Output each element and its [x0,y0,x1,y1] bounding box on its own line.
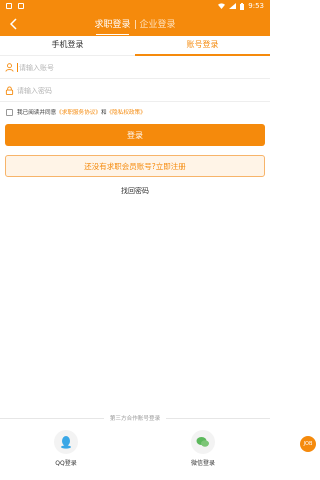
tab-job-seeker-login[interactable]: 求职登录 [94,17,131,35]
agreement-row: 我已阅读并同意 《求职服务协议》 和 《隐私权政策》 [6,108,146,116]
text-caret [17,63,18,72]
agreement-prefix: 我已阅读并同意 [17,110,57,116]
signal-icon [229,3,237,9]
divider [166,417,271,419]
account-field [0,57,270,79]
tab-phone-login[interactable]: 手机登录 [0,36,135,55]
divider [0,417,104,419]
notification-icon [18,3,24,9]
third-party-login: QQ登录 微信登录 [0,430,270,470]
qq-icon [61,436,71,449]
lock-icon [4,86,14,96]
privacy-policy-link[interactable]: 《隐私权政策》 [107,108,146,116]
agreement-checkbox[interactable] [6,108,13,116]
tab-company-login[interactable]: 企业登录 [140,17,176,32]
user-icon [4,63,14,73]
status-time: 9:53 [248,2,264,10]
wechat-icon [196,437,209,447]
header: 求职登录 企业登录 [0,12,270,36]
register-button[interactable]: 还没有求职会员账号?立即注册 [5,155,265,177]
tab-account-login[interactable]: 账号登录 [135,36,270,56]
wifi-icon [218,3,226,9]
chevron-left-icon [10,18,17,30]
login-method-tabs: 手机登录 账号登录 [0,36,270,56]
third-party-title: 第三方合作账号登录 [0,414,271,422]
login-button[interactable]: 登录 [5,124,265,146]
password-input[interactable] [17,86,247,95]
battery-icon [240,2,245,10]
wechat-login-button[interactable]: 微信登录 [183,430,223,467]
service-agreement-link[interactable]: 《求职服务协议》 [56,108,101,116]
qq-login-button[interactable]: QQ登录 [46,430,86,467]
account-input[interactable] [19,63,249,72]
qq-login-label: QQ登录 [55,460,77,467]
header-divider [134,19,136,29]
password-field [0,80,270,102]
job-badge-button[interactable]: JOB [300,436,316,452]
wechat-login-label: 微信登录 [190,460,215,467]
back-button[interactable] [6,16,22,32]
status-bar: 9:53 [0,0,270,12]
notification-icon [6,3,12,9]
forgot-password-link[interactable]: 找回密码 [0,186,270,196]
